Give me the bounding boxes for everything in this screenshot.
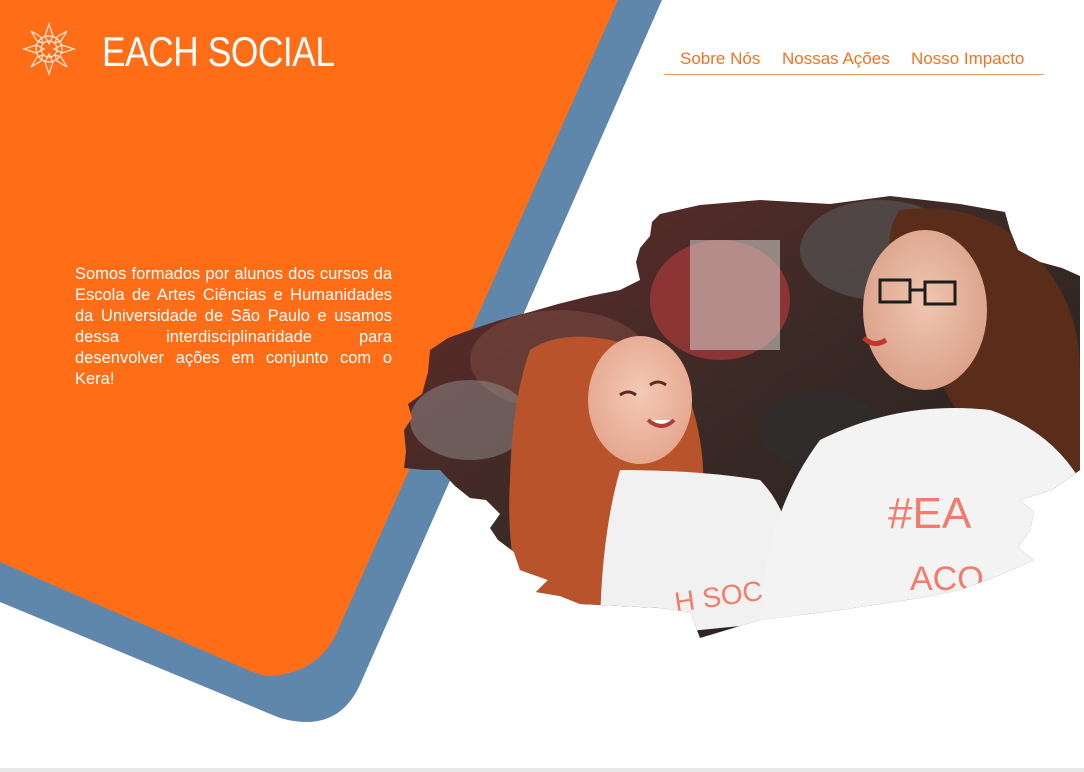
nav-link-nosso-impacto[interactable]: Nosso Impacto bbox=[911, 49, 1024, 69]
brand-name: EACH SOCIAL bbox=[102, 28, 335, 75]
nav-link-sobre-nos[interactable]: Sobre Nós bbox=[680, 49, 760, 69]
shirt-print-right-2: ACO bbox=[910, 560, 984, 598]
main-nav: Sobre Nós Nossas Ações Nosso Impacto bbox=[664, 48, 1044, 75]
sun-mandala-icon bbox=[22, 22, 76, 76]
shirt-print-right-1: #EA bbox=[888, 489, 972, 538]
page-bottom-edge bbox=[0, 768, 1084, 772]
intro-text: Somos formados por alunos dos cursos da … bbox=[75, 265, 392, 388]
nav-link-nossas-acoes[interactable]: Nossas Ações bbox=[782, 49, 890, 69]
